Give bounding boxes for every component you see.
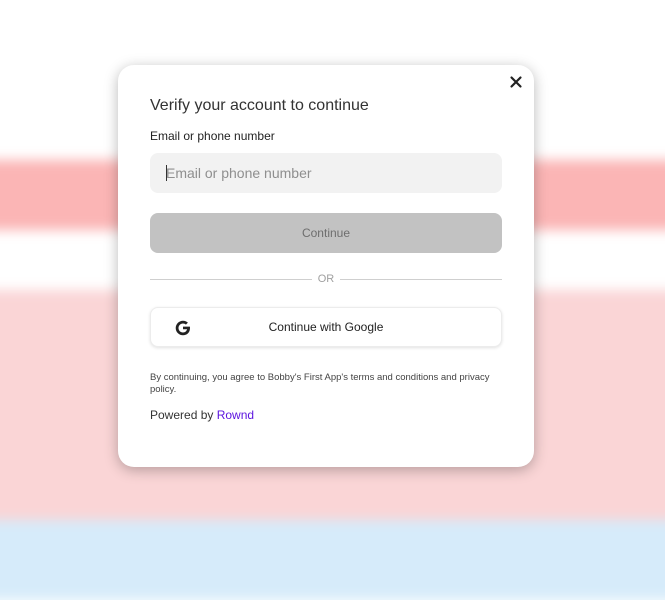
text-caret [166,165,167,181]
terms-text: By continuing, you agree to Bobby's Firs… [150,372,490,395]
powered-by: Powered by Rownd [150,408,254,422]
divider-line-left [150,279,312,280]
verify-account-modal: Verify your account to continue Email or… [118,65,534,467]
divider-or-text: OR [317,273,335,285]
rownd-link[interactable]: Rownd [217,408,254,422]
continue-button[interactable]: Continue [150,213,502,253]
close-button[interactable] [508,74,524,90]
email-field-label: Email or phone number [150,129,275,143]
continue-with-google-button[interactable]: Continue with Google [150,307,502,347]
google-button-label: Continue with Google [268,320,384,334]
modal-title: Verify your account to continue [150,97,369,114]
divider-line-right [340,279,502,280]
powered-by-prefix: Powered by [150,408,214,422]
backdrop-band [0,520,665,600]
email-or-phone-input[interactable] [150,153,502,193]
close-icon[interactable] [508,74,524,90]
